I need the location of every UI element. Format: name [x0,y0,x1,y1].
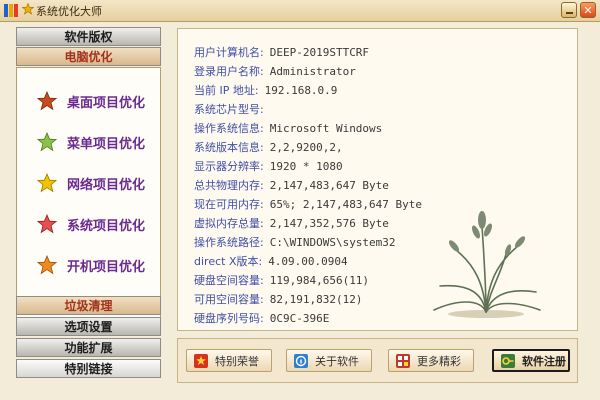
info-label: 系统芯片型号: [194,103,264,116]
info-label: 总共物理内存: [194,179,264,192]
info-value: 1920 * 1080 [269,160,343,173]
menu-item-label: 网络项目优化 [67,177,146,193]
info-value: 2,147,483,647 Byte [269,179,389,192]
star-icon [37,173,57,193]
info-value: Administrator [269,65,356,78]
system-info-panel: 用户计算机名: DEEP-2019STTCRF 登录用户名称: Administra… [177,28,578,331]
star-icon [37,255,57,275]
close-button[interactable]: ✕ [580,2,596,18]
info-label: 用户计算机名: [194,46,264,59]
app-logo-icon [4,4,18,17]
info-label: 系统版本信息: [194,141,264,154]
info-label: 硬盘空间容量: [194,274,264,287]
more-button[interactable]: 更多精彩 [388,349,474,372]
more-label: 更多精彩 [417,354,461,368]
sidebar: 软件版权 电脑优化 桌面项目优化 菜单项目优化 网络项目优化 系统项目优化 开机… [16,27,161,381]
honor-label: 特别荣誉 [215,354,259,368]
star-icon [37,214,57,234]
trophy-icon [194,353,208,368]
info-value: 2,2,9200,2, [269,141,343,154]
info-value: 82,191,832(12) [269,293,363,306]
info-value: 65%; 2,147,483,647 Byte [269,198,423,211]
info-value: 4.09.00.0904 [268,255,348,268]
info-label: 可用空间容量: [194,293,264,306]
menu-item-startup[interactable]: 开机项目优化 [17,250,162,280]
info-value: Microsoft Windows [269,122,383,135]
info-label: direct X版本: [194,255,263,268]
menu-item-label: 桌面项目优化 [67,95,146,111]
info-value: 2,147,352,576 Byte [269,217,389,230]
star-icon [22,3,34,15]
info-label: 操作系统路径: [194,236,264,249]
close-icon: ✕ [583,3,593,17]
sidebar-tab-settings[interactable]: 选项设置 [16,317,161,336]
sidebar-tab-copyright[interactable]: 软件版权 [16,27,161,46]
info-row-disk-serial: 硬盘序列号码: 0C9C-396E [194,310,330,325]
info-value: 119,984,656(11) [269,274,370,287]
info-row-available-memory: 现在可用内存: 65%; 2,147,483,647 Byte [194,196,423,211]
info-label: 虚拟内存总量: [194,217,264,230]
info-row-ip: 当前 IP 地址: 192.168.0.9 [194,82,338,97]
info-label: 当前 IP 地址: [194,84,259,97]
info-row-directx: direct X版本: 4.09.00.0904 [194,253,348,268]
info-label: 硬盘序列号码: [194,312,264,325]
grid-icon [396,353,410,368]
menu-item-menu[interactable]: 菜单项目优化 [17,127,162,157]
info-row-disk-free: 可用空间容量: 82,191,832(12) [194,291,363,306]
optimize-menu-panel: 桌面项目优化 菜单项目优化 网络项目优化 系统项目优化 开机项目优化 [16,67,161,323]
about-label: 关于软件 [315,354,359,368]
about-button[interactable]: 关于软件 [286,349,372,372]
info-row-os: 操作系统信息: Microsoft Windows [194,120,383,135]
register-label: 软件注册 [522,354,566,368]
info-row-virtual-memory: 虚拟内存总量: 2,147,352,576 Byte [194,215,389,230]
info-row-user-name: 登录用户名称: Administrator [194,63,356,78]
info-label: 操作系统信息: [194,122,264,135]
info-value: DEEP-2019STTCRF [269,46,370,59]
star-icon [37,132,57,152]
grass-plant-illustration [433,211,541,318]
minimize-icon [565,12,573,14]
info-row-computer-name: 用户计算机名: DEEP-2019STTCRF [194,44,370,59]
menu-item-label: 菜单项目优化 [67,136,146,152]
info-row-total-memory: 总共物理内存: 2,147,483,647 Byte [194,177,389,192]
window-title: 系统优化大师 [36,5,102,18]
info-label: 登录用户名称: [194,65,264,78]
info-row-system-path: 操作系统路径: C:\WINDOWS\system32 [194,234,396,249]
info-value: 192.168.0.9 [264,84,338,97]
honor-button[interactable]: 特别荣誉 [186,349,272,372]
info-icon [294,353,308,368]
key-icon [501,353,515,368]
info-label: 显示器分辨率: [194,160,264,173]
info-value: C:\WINDOWS\system32 [269,236,396,249]
info-value: 0C9C-396E [269,312,330,325]
menu-item-desktop[interactable]: 桌面项目优化 [17,86,162,116]
info-row-disk-capacity: 硬盘空间容量: 119,984,656(11) [194,272,370,287]
info-row-resolution: 显示器分辨率: 1920 * 1080 [194,158,343,173]
title-bar: 系统优化大师 ✕ [0,0,600,22]
minimize-button[interactable] [561,2,577,18]
info-label: 现在可用内存: [194,198,264,211]
sidebar-tab-extensions[interactable]: 功能扩展 [16,338,161,357]
menu-item-network[interactable]: 网络项目优化 [17,168,162,198]
star-icon [37,91,57,111]
register-button[interactable]: 软件注册 [492,349,570,372]
footer-toolbar: 特别荣誉 关于软件 更多精彩 软件注册 [177,338,578,383]
sidebar-tab-links[interactable]: 特别链接 [16,359,161,378]
menu-item-system[interactable]: 系统项目优化 [17,209,162,239]
info-row-version: 系统版本信息: 2,2,9200,2, [194,139,343,154]
menu-item-label: 开机项目优化 [67,259,146,275]
sidebar-tab-optimize[interactable]: 电脑优化 [16,47,161,66]
menu-item-label: 系统项目优化 [67,218,146,234]
sidebar-tab-cleanup[interactable]: 垃圾清理 [16,296,161,315]
info-row-cpu: 系统芯片型号: [194,101,270,116]
